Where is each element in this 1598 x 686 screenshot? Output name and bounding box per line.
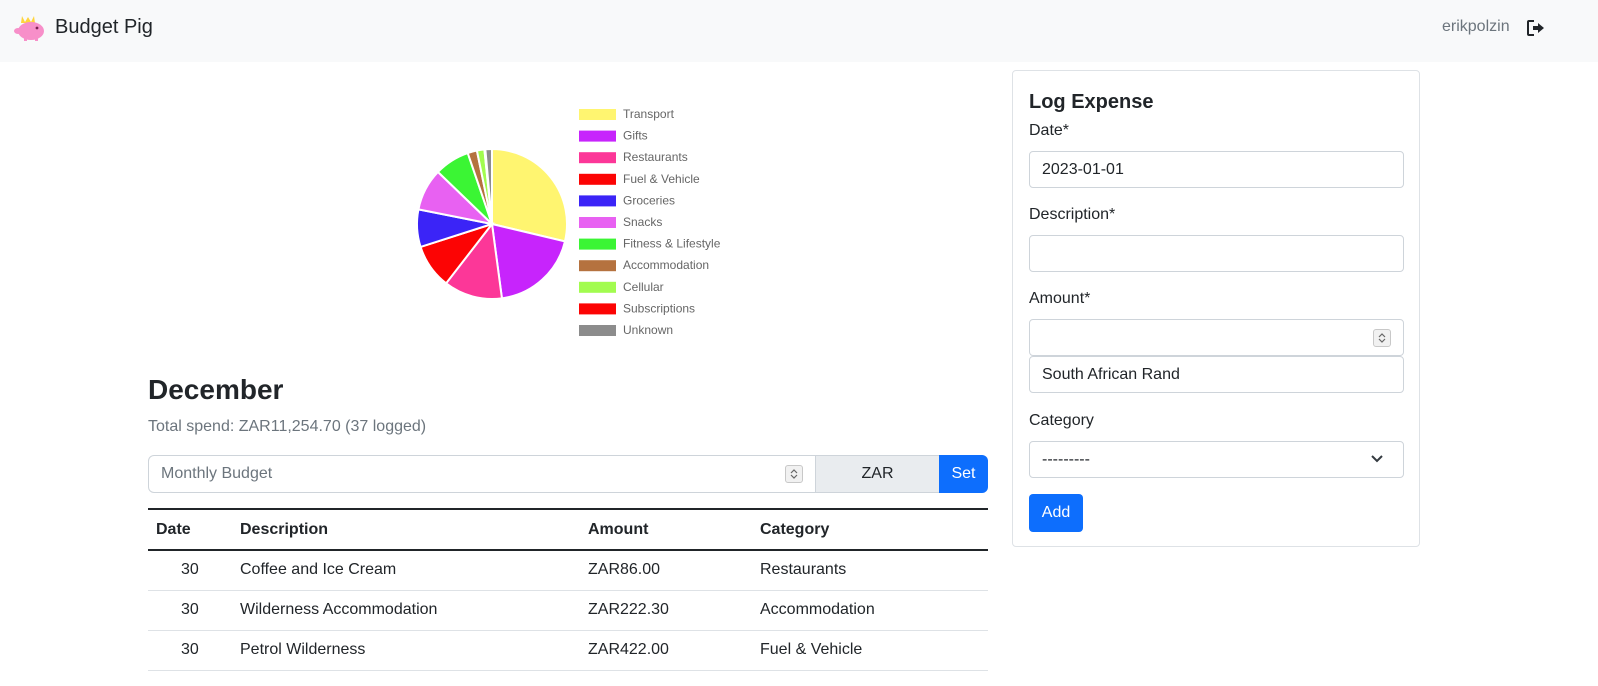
row-description: Petrol Wilderness bbox=[240, 641, 366, 658]
chevron-down-icon bbox=[1371, 455, 1383, 463]
legend-label[interactable]: Groceries bbox=[623, 193, 675, 207]
log-expense-card: Log Expense Date* 2023-01-01 Description… bbox=[1012, 70, 1420, 547]
monthly-budget-placeholder: Monthly Budget bbox=[161, 465, 273, 482]
add-expense-button[interactable]: Add bbox=[1029, 494, 1083, 532]
legend-label[interactable]: Cellular bbox=[623, 280, 664, 294]
date-value: 2023-01-01 bbox=[1042, 161, 1124, 178]
table-row[interactable]: 30 Petrol Wilderness ZAR422.00 Fuel & Ve… bbox=[148, 631, 988, 671]
username[interactable]: erikpolzin bbox=[1442, 18, 1510, 36]
log-expense-title: Log Expense bbox=[1029, 91, 1154, 113]
legend-swatch[interactable] bbox=[579, 303, 616, 315]
header-amount: Amount bbox=[588, 521, 649, 538]
legend-label[interactable]: Unknown bbox=[623, 323, 673, 337]
header-category: Category bbox=[760, 521, 830, 538]
row-date: 30 bbox=[181, 561, 199, 578]
table-header: Date Description Amount Category bbox=[148, 508, 988, 551]
legend-swatch[interactable] bbox=[579, 173, 616, 185]
row-amount: ZAR222.30 bbox=[588, 601, 669, 618]
amount-input[interactable] bbox=[1029, 319, 1404, 356]
number-spinner-icon[interactable] bbox=[785, 465, 803, 483]
navbar: Budget Pig erikpolzin bbox=[0, 0, 1598, 62]
spending-pie-chart: Transport Gifts Restaurants Fuel & Vehicle G… bbox=[416, 107, 721, 337]
legend-swatch[interactable] bbox=[579, 325, 616, 336]
total-spend: Total spend: ZAR11,254.70 (37 logged) bbox=[148, 418, 426, 436]
category-label: Category bbox=[1029, 412, 1094, 429]
date-input[interactable]: 2023-01-01 bbox=[1029, 151, 1404, 188]
expense-table: Date Description Amount Category 30 Coff… bbox=[148, 508, 988, 671]
row-amount: ZAR86.00 bbox=[588, 561, 661, 578]
row-description: Coffee and Ice Cream bbox=[240, 561, 397, 578]
row-category: Fuel & Vehicle bbox=[760, 641, 863, 658]
pie-slices bbox=[416, 147, 568, 300]
legend-swatch[interactable] bbox=[579, 260, 616, 272]
month-title: December bbox=[148, 374, 284, 405]
legend-swatch[interactable] bbox=[579, 238, 616, 250]
legend-swatch[interactable] bbox=[579, 217, 616, 228]
header-description: Description bbox=[240, 521, 329, 538]
legend-swatch[interactable] bbox=[579, 152, 616, 164]
row-date: 30 bbox=[181, 601, 199, 618]
row-description: Wilderness Accommodation bbox=[240, 601, 438, 618]
sign-out-icon[interactable] bbox=[1527, 20, 1545, 36]
chart-legend: Transport Gifts Restaurants Fuel & Vehicle G… bbox=[579, 107, 721, 337]
brand-name[interactable]: Budget Pig bbox=[55, 16, 153, 39]
legend-label[interactable]: Fuel & Vehicle bbox=[623, 172, 700, 186]
legend-label[interactable]: Restaurants bbox=[623, 150, 688, 164]
set-budget-button[interactable]: Set bbox=[939, 455, 988, 493]
legend-swatch[interactable] bbox=[579, 195, 616, 207]
currency-select[interactable]: South African Rand bbox=[1029, 356, 1404, 393]
legend-label[interactable]: Fitness & Lifestyle bbox=[623, 237, 721, 251]
description-input[interactable] bbox=[1029, 235, 1404, 272]
pig-icon[interactable] bbox=[12, 13, 48, 43]
legend-swatch[interactable] bbox=[579, 281, 616, 293]
legend-swatch[interactable] bbox=[579, 130, 616, 142]
total-spend-text: Total spend: ZAR11,254.70 (37 logged) bbox=[148, 418, 427, 435]
amount-label: Amount* bbox=[1029, 290, 1091, 307]
category-value: --------- bbox=[1042, 451, 1090, 468]
row-amount: ZAR422.00 bbox=[588, 641, 669, 658]
row-category: Accommodation bbox=[760, 601, 875, 618]
category-select[interactable]: --------- bbox=[1029, 441, 1404, 478]
monthly-budget-group: Monthly Budget ZAR Set bbox=[148, 455, 988, 493]
number-spinner-icon[interactable] bbox=[1373, 329, 1391, 347]
legend-label[interactable]: Gifts bbox=[623, 129, 648, 143]
legend-label[interactable]: Snacks bbox=[623, 215, 662, 229]
row-date: 30 bbox=[181, 641, 199, 658]
monthly-budget-input[interactable]: Monthly Budget bbox=[148, 455, 816, 493]
legend-label[interactable]: Transport bbox=[623, 107, 675, 121]
table-row[interactable]: 30 Coffee and Ice Cream ZAR86.00 Restaur… bbox=[148, 551, 988, 591]
date-label: Date* bbox=[1029, 122, 1070, 139]
legend-label[interactable]: Accommodation bbox=[623, 258, 709, 272]
legend-swatch[interactable] bbox=[579, 109, 616, 120]
header-date: Date bbox=[156, 521, 191, 538]
description-label: Description* bbox=[1029, 206, 1116, 223]
currency-value: South African Rand bbox=[1042, 366, 1180, 383]
budget-currency: ZAR bbox=[815, 455, 940, 493]
row-category: Restaurants bbox=[760, 561, 847, 578]
legend-label[interactable]: Subscriptions bbox=[623, 301, 695, 315]
table-row[interactable]: 30 Wilderness Accommodation ZAR222.30 Ac… bbox=[148, 591, 988, 631]
